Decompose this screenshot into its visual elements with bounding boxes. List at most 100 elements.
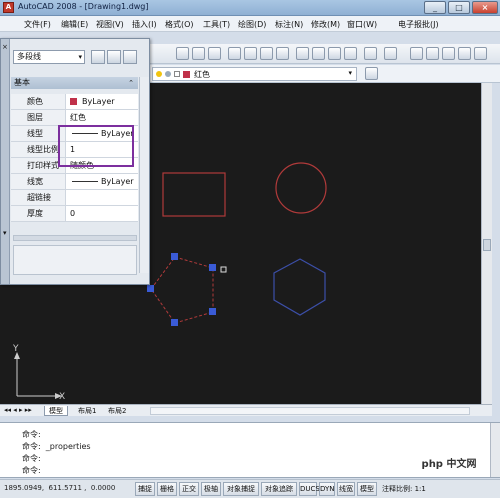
- standard-toolbar: [150, 44, 500, 64]
- maximize-button[interactable]: □: [448, 1, 470, 14]
- menu-e-approval[interactable]: 电子报批(J): [398, 19, 439, 30]
- object-type-value: 多段线: [17, 52, 41, 61]
- tab-layout2[interactable]: 布局2: [104, 406, 130, 416]
- publish-icon[interactable]: [260, 47, 273, 60]
- grip-handle[interactable]: [209, 264, 216, 271]
- layer-dropdown[interactable]: 红色 ▾: [152, 67, 357, 81]
- menu-insert[interactable]: 插入(I): [132, 19, 157, 30]
- polar-toggle[interactable]: 极轴: [201, 482, 221, 496]
- lineweight-sample: [72, 181, 98, 182]
- dyn-toggle[interactable]: DYN: [319, 482, 335, 496]
- property-label: 厚度: [11, 206, 66, 221]
- menu-dimension[interactable]: 标注(N): [275, 19, 303, 30]
- property-row-lineweight[interactable]: 线宽 ByLayer: [11, 174, 138, 190]
- menu-modify[interactable]: 修改(M): [311, 19, 340, 30]
- quick-select-icon[interactable]: [123, 50, 137, 64]
- undo-icon[interactable]: [364, 47, 377, 60]
- grip-handle[interactable]: [171, 319, 178, 326]
- grid-toggle[interactable]: 栅格: [157, 482, 177, 496]
- command-history-line: 命令: _properties: [22, 442, 91, 451]
- new-file-icon[interactable]: [176, 47, 189, 60]
- paste-icon[interactable]: [328, 47, 341, 60]
- chevron-up-icon[interactable]: ⌃: [128, 77, 134, 89]
- toggle-pickadd-icon[interactable]: [91, 50, 105, 64]
- ucs-y-label: Y: [12, 344, 19, 354]
- print-icon[interactable]: [228, 47, 241, 60]
- property-row-layer[interactable]: 图层 红色: [11, 110, 138, 126]
- cut-icon[interactable]: [296, 47, 309, 60]
- zoom-realtime-icon[interactable]: [426, 47, 439, 60]
- select-objects-icon[interactable]: [107, 50, 121, 64]
- vertical-scrollbar[interactable]: [481, 83, 492, 404]
- plot-icon[interactable]: [276, 47, 289, 60]
- layer-manager-icon[interactable]: [365, 67, 378, 80]
- pan-icon[interactable]: [410, 47, 423, 60]
- command-scrollbar[interactable]: [490, 423, 500, 477]
- properties-scrollbar[interactable]: [139, 77, 149, 273]
- menu-file[interactable]: 文件(F): [24, 19, 51, 30]
- menu-edit[interactable]: 编辑(E): [61, 19, 88, 30]
- palette-title-strip[interactable]: × ▾: [1, 39, 10, 284]
- minimize-button[interactable]: _: [424, 1, 446, 14]
- grip-handle[interactable]: [147, 285, 154, 292]
- coordinate-readout: 1895.0949, 611.5711 , 0.0000: [4, 484, 116, 492]
- save-icon[interactable]: [208, 47, 221, 60]
- zoom-previous-icon[interactable]: [458, 47, 471, 60]
- scroll-thumb[interactable]: [483, 239, 491, 251]
- red-rectangle[interactable]: [162, 172, 226, 217]
- property-value: 0: [70, 209, 76, 218]
- annotation-scale[interactable]: 注释比例: 1:1: [382, 484, 426, 494]
- menu-tools[interactable]: 工具(T): [203, 19, 230, 30]
- osnap-toggle[interactable]: 对象捕捉: [223, 482, 259, 496]
- description-area: [13, 245, 137, 275]
- chevron-down-icon[interactable]: ▾: [3, 229, 7, 237]
- chevron-down-icon: ▾: [348, 69, 352, 77]
- ducs-toggle[interactable]: DUCS: [299, 482, 320, 496]
- menu-window[interactable]: 窗口(W): [347, 19, 377, 30]
- horizontal-scrollbar[interactable]: [150, 407, 470, 415]
- copy-icon[interactable]: [312, 47, 325, 60]
- properties-palette: × ▾ 多段线 ▾ 基本 ⌃ 颜色 ByLayer 图层 红色 线型 ByLay…: [0, 38, 150, 285]
- tab-layout1[interactable]: 布局1: [74, 406, 100, 416]
- section-title: 基本: [14, 78, 30, 87]
- properties-icon[interactable]: [474, 47, 487, 60]
- command-prompt[interactable]: 命令:: [22, 465, 41, 476]
- property-row-hyperlink[interactable]: 超链接: [11, 190, 138, 206]
- model-toggle[interactable]: 模型: [357, 482, 377, 496]
- tab-nav-arrows-icon[interactable]: ◂◂ ◂ ▸ ▸▸: [4, 406, 32, 414]
- menu-format[interactable]: 格式(O): [165, 19, 194, 30]
- cursor-pickbox: [220, 266, 227, 273]
- lineweight-toggle[interactable]: 线宽: [337, 482, 355, 496]
- close-icon[interactable]: ×: [2, 43, 8, 51]
- layer-color-swatch: [183, 71, 190, 78]
- red-circle[interactable]: [275, 162, 327, 214]
- preview-icon[interactable]: [244, 47, 257, 60]
- property-row-color[interactable]: 颜色 ByLayer: [11, 94, 138, 110]
- zoom-window-icon[interactable]: [442, 47, 455, 60]
- property-label: 颜色: [11, 94, 66, 109]
- grip-handle[interactable]: [209, 308, 216, 315]
- grip-handle[interactable]: [171, 253, 178, 260]
- command-history-line: 命令:: [22, 454, 41, 463]
- otrack-toggle[interactable]: 对象追踪: [261, 482, 297, 496]
- redo-icon[interactable]: [384, 47, 397, 60]
- tab-model[interactable]: 模型: [44, 406, 68, 416]
- open-file-icon[interactable]: [192, 47, 205, 60]
- blue-hexagon[interactable]: [273, 258, 326, 316]
- close-button[interactable]: ×: [472, 1, 498, 14]
- property-row-thickness[interactable]: 厚度 0: [11, 206, 138, 222]
- match-properties-icon[interactable]: [344, 47, 357, 60]
- menu-view[interactable]: 视图(V): [96, 19, 124, 30]
- property-value: ByLayer: [101, 177, 134, 186]
- chevron-down-icon: ▾: [78, 53, 82, 61]
- object-type-select[interactable]: 多段线 ▾: [13, 50, 85, 64]
- section-header-general[interactable]: 基本 ⌃: [11, 77, 138, 89]
- property-label: 图层: [11, 110, 66, 125]
- annotation-highlight-box: [58, 125, 134, 167]
- property-value: ByLayer: [82, 97, 115, 106]
- menu-draw[interactable]: 绘图(D): [238, 19, 266, 30]
- snap-toggle[interactable]: 捕捉: [135, 482, 155, 496]
- title-bar: A AutoCAD 2008 - [Drawing1.dwg] _ □ ×: [0, 0, 500, 16]
- ortho-toggle[interactable]: 正交: [179, 482, 199, 496]
- selected-polyline[interactable]: [150, 256, 214, 324]
